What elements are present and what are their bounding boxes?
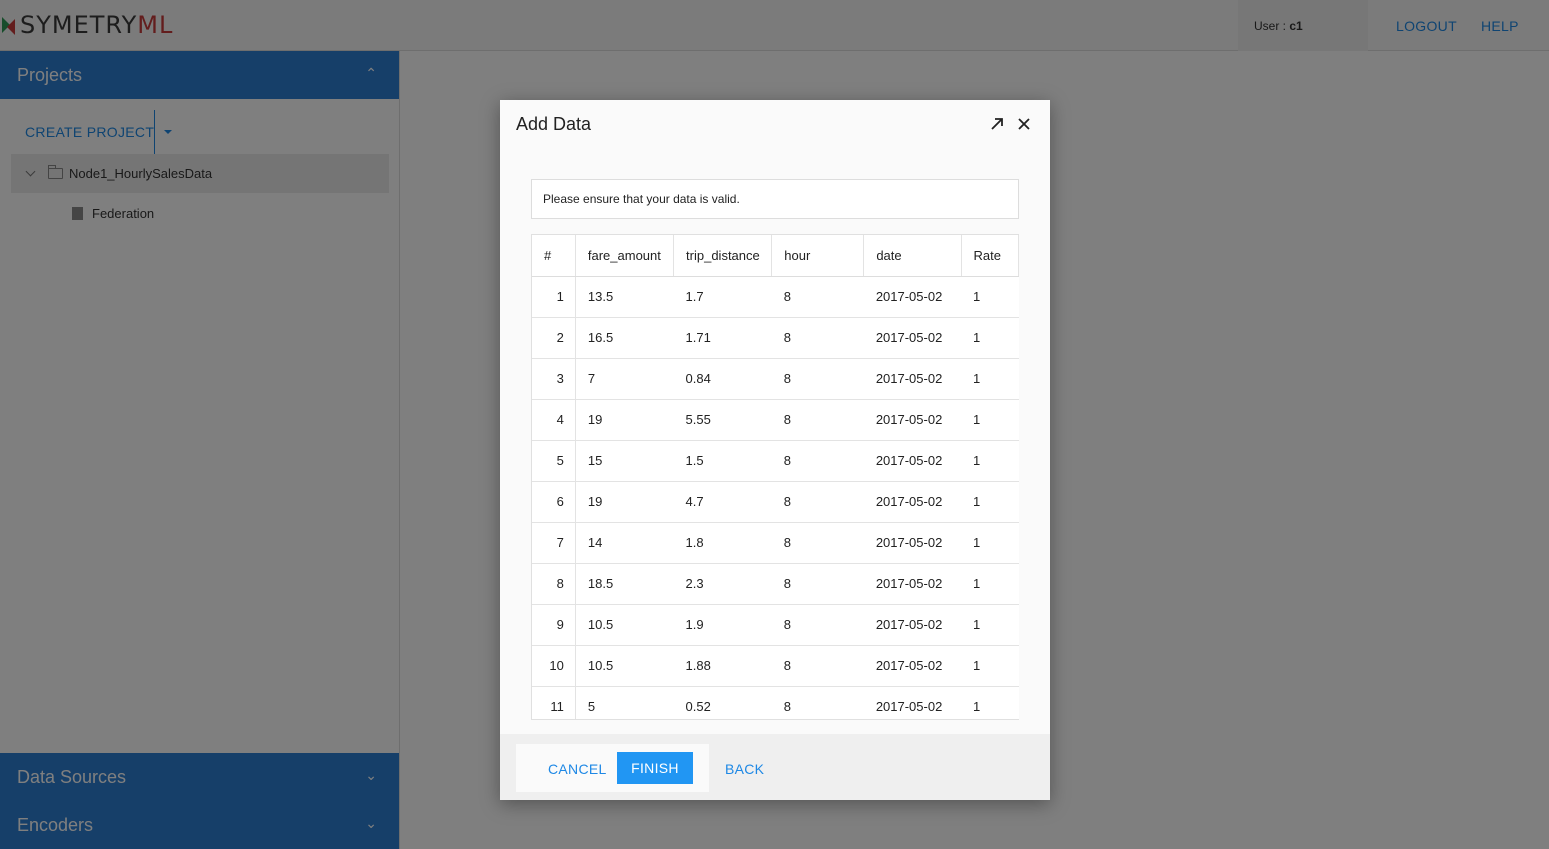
table-cell: 8 [771, 522, 864, 564]
table-cell: 2017-05-02 [863, 645, 961, 687]
table-cell: 1 [961, 481, 1019, 523]
column-header: date [863, 235, 962, 277]
row-index-cell: 2 [532, 317, 576, 359]
table-cell: 8 [771, 276, 864, 318]
row-index-cell: 1 [532, 276, 576, 318]
data-preview-table[interactable]: # fare_amount trip_distance hour date Ra… [531, 234, 1019, 720]
table-cell: 8 [771, 686, 864, 719]
table-cell: 15 [575, 440, 674, 482]
footer-button-group: CANCEL FINISH [516, 744, 709, 792]
table-row[interactable]: 2 16.5 1.71 8 2017-05-02 1 [532, 317, 1019, 359]
table-cell: 8 [771, 317, 864, 359]
table-cell: 0.52 [673, 686, 772, 719]
column-header: trip_distance [673, 235, 773, 277]
row-index-cell: 7 [532, 522, 576, 564]
table-header-row: # fare_amount trip_distance hour date Ra… [532, 235, 1019, 277]
table-row[interactable]: 11 5 0.52 8 2017-05-02 1 [532, 686, 1019, 719]
table-cell: 2017-05-02 [863, 604, 961, 646]
table-cell: 7 [575, 358, 674, 400]
row-index-cell: 11 [532, 686, 576, 719]
table-row[interactable]: 3 7 0.84 8 2017-05-02 1 [532, 358, 1019, 400]
column-header: fare_amount [575, 235, 675, 277]
table-cell: 8 [771, 481, 864, 523]
finish-button[interactable]: FINISH [617, 752, 693, 784]
table-row[interactable]: 5 15 1.5 8 2017-05-02 1 [532, 440, 1019, 482]
table-cell: 18.5 [575, 563, 674, 605]
table-cell: 1 [961, 276, 1019, 318]
table-cell: 1 [961, 399, 1019, 441]
table-cell: 2017-05-02 [863, 481, 961, 523]
table-cell: 1.71 [673, 317, 772, 359]
table-cell: 2017-05-02 [863, 276, 961, 318]
table-cell: 1.7 [673, 276, 772, 318]
table-cell: 2017-05-02 [863, 399, 961, 441]
table-cell: 1 [961, 686, 1019, 719]
expand-icon[interactable] [989, 116, 1005, 132]
cancel-button[interactable]: CANCEL [548, 761, 607, 777]
table-cell: 1 [961, 604, 1019, 646]
row-index-cell: 3 [532, 358, 576, 400]
table-cell: 8 [771, 440, 864, 482]
table-cell: 5 [575, 686, 674, 719]
table-cell: 2017-05-02 [863, 440, 961, 482]
table-cell: 19 [575, 399, 674, 441]
row-index-cell: 8 [532, 563, 576, 605]
row-index-cell: 4 [532, 399, 576, 441]
dialog-footer: CANCEL FINISH BACK [500, 734, 1050, 800]
row-index-cell: 10 [532, 645, 576, 687]
table-cell: 19 [575, 481, 674, 523]
row-index-cell: 5 [532, 440, 576, 482]
table-cell: 5.55 [673, 399, 772, 441]
column-header: Rate [961, 235, 1019, 277]
table-cell: 1 [961, 563, 1019, 605]
validation-notice: Please ensure that your data is valid. [531, 179, 1019, 219]
table-cell: 8 [771, 645, 864, 687]
table-cell: 2017-05-02 [863, 317, 961, 359]
row-index-cell: 6 [532, 481, 576, 523]
back-button[interactable]: BACK [725, 761, 764, 777]
table-cell: 14 [575, 522, 674, 564]
table-cell: 8 [771, 604, 864, 646]
column-header: hour [771, 235, 865, 277]
close-icon[interactable] [1016, 116, 1032, 132]
table-cell: 1 [961, 645, 1019, 687]
table-row[interactable]: 6 19 4.7 8 2017-05-02 1 [532, 481, 1019, 523]
table-cell: 1 [961, 522, 1019, 564]
table-cell: 0.84 [673, 358, 772, 400]
table-row[interactable]: 4 19 5.55 8 2017-05-02 1 [532, 399, 1019, 441]
notice-text: Please ensure that your data is valid. [543, 192, 740, 206]
table-cell: 1 [961, 440, 1019, 482]
dialog-title: Add Data [516, 114, 592, 134]
table-row[interactable]: 1 13.5 1.7 8 2017-05-02 1 [532, 276, 1019, 318]
row-index-cell: 9 [532, 604, 576, 646]
table-cell: 1.9 [673, 604, 772, 646]
table-row[interactable]: 7 14 1.8 8 2017-05-02 1 [532, 522, 1019, 564]
table-cell: 1 [961, 317, 1019, 359]
table-row[interactable]: 9 10.5 1.9 8 2017-05-02 1 [532, 604, 1019, 646]
table-cell: 8 [771, 399, 864, 441]
table-cell: 2017-05-02 [863, 358, 961, 400]
table-cell: 16.5 [575, 317, 674, 359]
table-cell: 1.5 [673, 440, 772, 482]
table-cell: 8 [771, 358, 864, 400]
table-cell: 1.88 [673, 645, 772, 687]
table-cell: 2017-05-02 [863, 522, 961, 564]
column-header: # [532, 235, 576, 277]
add-data-dialog: Add Data Please ensure that your data is… [500, 100, 1050, 800]
table-cell: 10.5 [575, 645, 674, 687]
table-cell: 2017-05-02 [863, 563, 961, 605]
table-cell: 2.3 [673, 563, 772, 605]
table-row[interactable]: 10 10.5 1.88 8 2017-05-02 1 [532, 645, 1019, 687]
table-cell: 13.5 [575, 276, 674, 318]
table-cell: 2017-05-02 [863, 686, 961, 719]
table-cell: 1.8 [673, 522, 772, 564]
table-row[interactable]: 8 18.5 2.3 8 2017-05-02 1 [532, 563, 1019, 605]
table-cell: 4.7 [673, 481, 772, 523]
table-cell: 8 [771, 563, 864, 605]
table-cell: 1 [961, 358, 1019, 400]
table-cell: 10.5 [575, 604, 674, 646]
